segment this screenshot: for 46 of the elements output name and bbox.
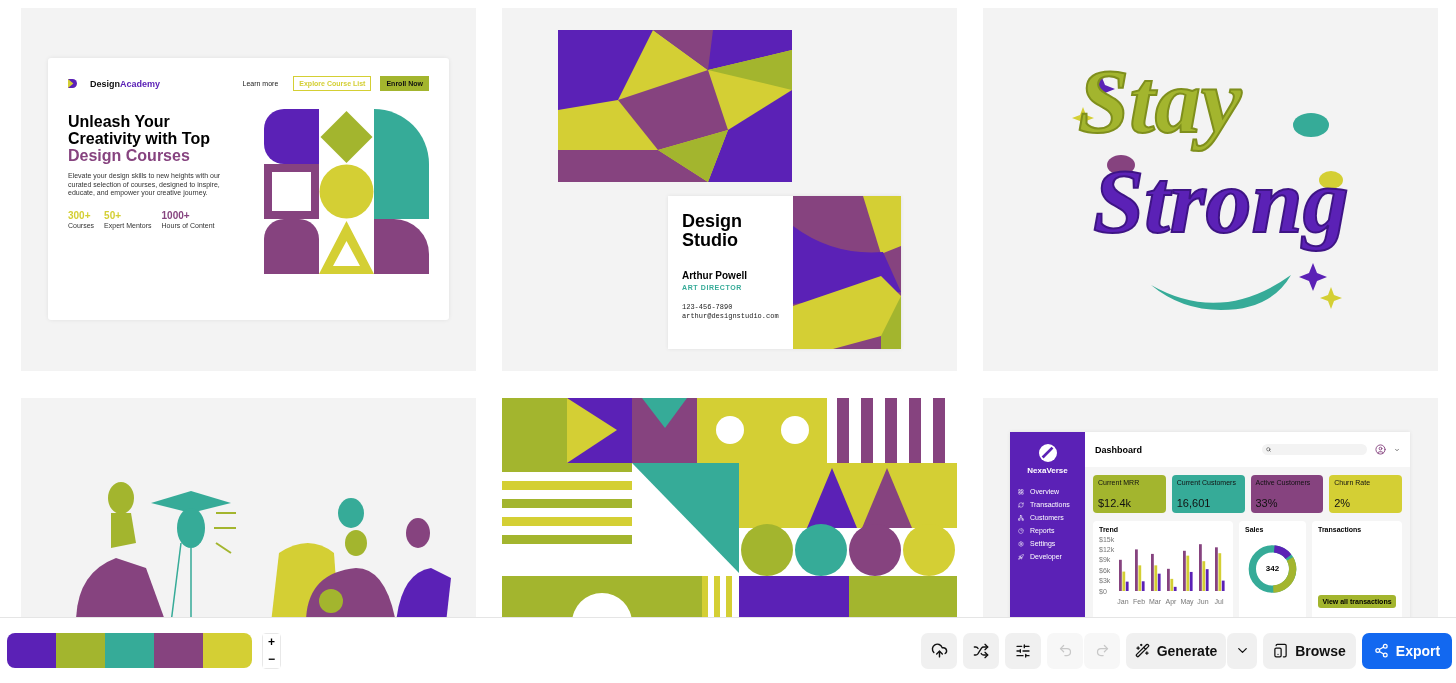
avatar-icon <box>1375 444 1386 455</box>
color-swatch[interactable] <box>154 633 203 668</box>
menu-icon <box>1018 514 1024 521</box>
search-icon <box>1266 447 1271 452</box>
metric-value: 16,601 <box>1176 497 1212 509</box>
menu-icon <box>1018 553 1024 560</box>
menu-icon <box>1018 527 1024 534</box>
menu-icon <box>1018 540 1024 547</box>
export-button[interactable]: Export <box>1362 632 1452 669</box>
browse-button[interactable]: Browse <box>1263 632 1356 669</box>
color-swatch[interactable] <box>203 633 252 668</box>
metric-value: 33% <box>1255 497 1279 509</box>
donut-total: 342 <box>1264 564 1281 573</box>
caret-icon <box>1394 446 1400 453</box>
shuffle-icon <box>973 642 989 659</box>
company-name: Design Studio <box>682 212 743 250</box>
redo-icon <box>1094 643 1110 658</box>
color-swatch[interactable] <box>7 633 56 668</box>
menu-icon <box>1018 501 1024 508</box>
logo-icon <box>1038 444 1057 462</box>
metric-value: 2% <box>1334 497 1352 509</box>
logo-icon <box>68 79 77 88</box>
person-name: Arthur Powell <box>682 270 748 281</box>
hero-headline: Unleash Your Creativity with Top Design Courses <box>68 113 211 164</box>
dropdown-button[interactable] <box>1227 632 1257 669</box>
brand-name: DesignAcademy <box>90 78 161 89</box>
stat-value: 1000+ <box>161 209 191 221</box>
color-swatch[interactable] <box>56 633 105 668</box>
cloud-upload-icon <box>930 642 948 659</box>
menu-icon <box>1018 488 1024 495</box>
page-title: Dashboard <box>1095 444 1142 455</box>
upload-button[interactable] <box>921 632 957 669</box>
devices-icon <box>1273 643 1289 658</box>
sliders-icon <box>1015 642 1031 659</box>
search-field[interactable] <box>1262 444 1367 455</box>
share-icon <box>1373 643 1389 658</box>
shuffle-button[interactable] <box>963 632 999 669</box>
stat-value: 300+ <box>68 209 92 221</box>
metric-value: $12.4k <box>1098 497 1133 509</box>
adjust-button[interactable] <box>1005 632 1041 669</box>
generate-button[interactable]: Generate <box>1126 632 1226 669</box>
undo-icon <box>1057 643 1073 658</box>
stat-value: 50+ <box>104 209 123 221</box>
magic-wand-icon <box>1134 643 1150 658</box>
brand-name: NexaVerse <box>1026 466 1069 475</box>
color-swatch[interactable] <box>105 633 154 668</box>
